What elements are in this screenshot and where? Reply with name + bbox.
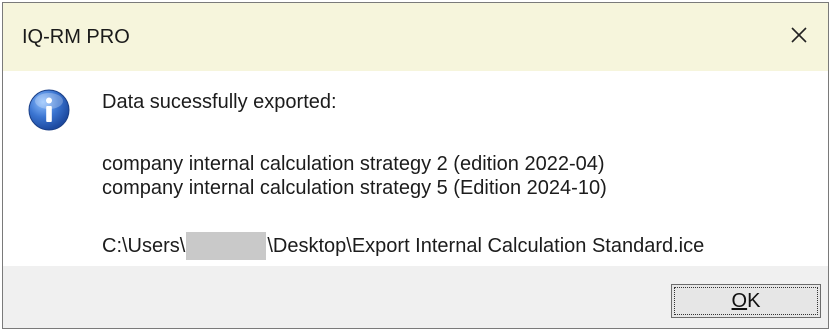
message-line-1: company internal calculation strategy 2 … <box>102 153 605 175</box>
ok-button[interactable]: OK <box>671 284 821 318</box>
close-icon <box>790 26 808 49</box>
dialog-body: Data sucessfully exported: company inter… <box>3 71 828 266</box>
message-heading: Data sucessfully exported: <box>102 91 337 113</box>
path-suffix: \Desktop\Export Internal Calculation Sta… <box>267 235 705 257</box>
redacted-username <box>186 232 267 260</box>
title-bar[interactable]: IQ-RM PRO <box>3 3 828 71</box>
button-bar: OK <box>3 266 828 328</box>
ok-button-label: OK <box>731 289 761 312</box>
close-button[interactable] <box>770 3 828 71</box>
message-line-2: company internal calculation strategy 5 … <box>102 177 607 199</box>
window-title: IQ-RM PRO <box>22 26 130 48</box>
message-dialog: IQ-RM PRO Data sucessfully exported: com… <box>2 2 829 329</box>
path-prefix: C:\Users\ <box>102 235 186 257</box>
export-path: C:\Users\ \Desktop\Export Internal Calcu… <box>102 232 704 260</box>
info-icon <box>28 89 70 131</box>
